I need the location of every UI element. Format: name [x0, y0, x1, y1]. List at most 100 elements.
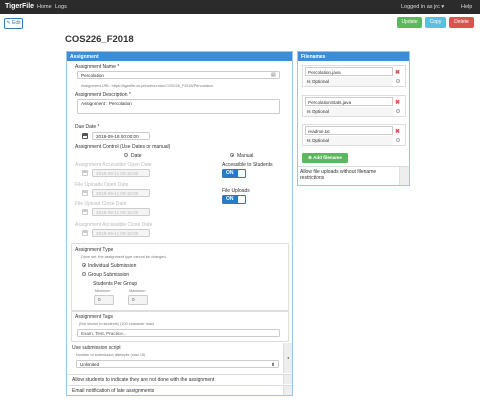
optional-checkbox[interactable]	[396, 79, 400, 83]
plus-circle-icon: ⊕	[308, 155, 312, 160]
open-date-input[interactable]: 2018-09-11 09:15:00	[92, 169, 150, 177]
group-minimum-input[interactable]: 0	[94, 295, 114, 305]
add-filename-button[interactable]: ⊕ Add filename	[302, 153, 348, 163]
file-close-date-input[interactable]: 2018-09-11 09:15:00	[92, 208, 150, 216]
file-open-date-label: File Uploads Open Date	[75, 182, 129, 188]
assignment-name-value: Percolation	[81, 73, 104, 78]
control-date-label: Date	[131, 153, 142, 159]
filename-input[interactable]: Percolation.java	[305, 67, 393, 76]
caret-left-icon: ◂	[287, 355, 290, 360]
assignment-tags-label: Assignment Tags	[75, 314, 113, 320]
group-maximum-label: Maximum	[129, 289, 146, 293]
file-open-date-input[interactable]: 2018-09-11 09:15:00	[92, 189, 150, 197]
divider	[298, 166, 409, 167]
group-maximum-value: 0	[132, 297, 135, 302]
filename-input[interactable]: PercolationStats.java	[305, 97, 393, 106]
control-date-radio[interactable]	[124, 153, 128, 157]
close-date-input[interactable]: 2018-09-11 09:15:00	[92, 229, 150, 237]
due-date-value: 2018-09-18 00:00:00	[96, 134, 139, 139]
file-uploads-label: File Uploads	[222, 188, 250, 194]
optional-checkbox[interactable]	[396, 138, 400, 142]
submission-script-label: Use submission script	[72, 345, 121, 351]
optional-label: Is Optional	[305, 136, 393, 145]
filename-value: PercolationStats.java	[308, 99, 352, 105]
calendar-icon	[82, 170, 88, 176]
allow-uploads-label: Allow file uploads without filename rest…	[300, 169, 377, 181]
calendar-icon	[82, 209, 88, 215]
chevron-down-icon: ⬍	[271, 362, 275, 367]
remove-file-icon[interactable]: ✖	[395, 69, 400, 76]
open-date-value: 2018-09-11 09:15:00	[96, 171, 139, 176]
control-manual-radio[interactable]	[230, 153, 234, 157]
update-button[interactable]: Update	[397, 17, 422, 28]
divider	[67, 374, 292, 375]
accessible-to-students-toggle[interactable]: ON	[222, 169, 246, 178]
late-notification-checkbox[interactable]	[283, 386, 292, 395]
edit-button[interactable]: ✎ Edit	[4, 18, 23, 29]
optional-checkbox[interactable]	[396, 109, 400, 113]
remove-file-icon[interactable]: ✖	[395, 99, 400, 106]
late-notification-label: Email notification of late assignments	[72, 388, 155, 394]
attempts-select-value: Unlimited	[80, 362, 100, 367]
assignment-tags-placeholder: Exam, Test, Practice...	[81, 331, 127, 336]
allow-uploads-checkbox[interactable]	[399, 167, 409, 185]
assignment-description-label: Assignment Description *	[75, 92, 131, 98]
open-date-label: Assignment Accessible Open Date	[75, 162, 152, 168]
filenames-panel-header: Filenames	[298, 52, 409, 61]
control-manual-label: Manual	[237, 153, 254, 159]
calendar-icon[interactable]	[82, 133, 88, 139]
not-done-label: Allow students to indicate they are not …	[72, 377, 215, 383]
file-open-date-value: 2018-09-11 09:15:00	[96, 191, 139, 196]
close-date-value: 2018-09-11 09:15:00	[96, 231, 139, 236]
file-close-date-label: File Upload Close Date	[75, 201, 127, 207]
not-done-checkbox[interactable]	[283, 375, 292, 384]
clipboard-icon[interactable]: ▤	[271, 72, 276, 78]
assignment-name-label: Assignment Name *	[75, 64, 120, 70]
due-date-label: Due Date *	[75, 124, 100, 130]
assignment-tags-input[interactable]: Exam, Test, Practice...	[77, 329, 280, 337]
remove-file-icon[interactable]: ✖	[395, 128, 400, 135]
brand-logo[interactable]: TigerFile	[5, 3, 34, 10]
chevron-down-icon: ▾	[441, 4, 445, 10]
due-date-input[interactable]: 2018-09-18 00:00:00	[92, 132, 150, 140]
assignment-control-label: Assignment Control (Use Dates or manual)	[75, 144, 171, 150]
assignment-description-textarea[interactable]: Assignment : Percolation	[77, 99, 280, 114]
nav-home-link[interactable]: Home	[37, 4, 52, 10]
user-menu-label: Logged in as jrc	[401, 4, 440, 10]
assignment-tags-note: (Not shown to students) (100 character m…	[79, 322, 155, 326]
group-minimum-label: Minimum	[95, 289, 111, 293]
user-menu[interactable]: Logged in as jrc ▾	[401, 4, 444, 10]
divider	[67, 385, 292, 386]
calendar-icon	[82, 230, 88, 236]
edit-icon: ✎	[6, 20, 11, 26]
submission-script-checkbox[interactable]: ◂	[283, 343, 292, 373]
nav-logs-link[interactable]: Logs	[55, 4, 67, 10]
individual-submission-radio[interactable]	[82, 263, 86, 267]
nav-help-link[interactable]: Help	[461, 4, 472, 10]
group-submission-radio[interactable]	[82, 272, 86, 276]
filename-card: Percolation.java Is Optional ✖	[302, 65, 406, 87]
file-uploads-toggle[interactable]: ON	[222, 195, 246, 204]
delete-button[interactable]: Delete	[449, 17, 474, 28]
filename-input[interactable]: readme.txt	[305, 126, 393, 135]
attempts-select[interactable]: Unlimited ⬍	[76, 360, 279, 368]
group-minimum-value: 0	[98, 297, 101, 302]
assignment-panel-header: Assignment	[67, 52, 292, 61]
add-filename-label: Add filename	[313, 155, 342, 160]
optional-label: Is Optional	[305, 107, 393, 116]
assignment-name-input[interactable]: Percolation	[77, 71, 280, 79]
top-navbar: TigerFile Home Logs Logged in as jrc ▾ H…	[0, 0, 480, 14]
assignment-type-note: Once set, the assignment type cannot be …	[81, 255, 167, 259]
close-date-label: Assignment Accessible Close Date	[75, 222, 153, 228]
page-title: COS226_F2018	[65, 34, 134, 45]
assignment-url-text: Assignment URL: https://tigerfile.cs.pri…	[81, 84, 213, 88]
group-submission-label: Group Submission	[88, 272, 130, 278]
optional-label: Is Optional	[305, 77, 393, 86]
group-maximum-input[interactable]: 0	[128, 295, 148, 305]
copy-button[interactable]: Copy	[425, 17, 446, 28]
filename-value: readme.txt	[308, 128, 330, 134]
accessible-to-students-label: Accessible to Students	[222, 162, 273, 168]
filename-card: PercolationStats.java Is Optional ✖	[302, 95, 406, 117]
assignment-type-label: Assignment Type	[75, 247, 114, 253]
attempts-note: Number of submission attempts (max 15)	[76, 353, 146, 357]
